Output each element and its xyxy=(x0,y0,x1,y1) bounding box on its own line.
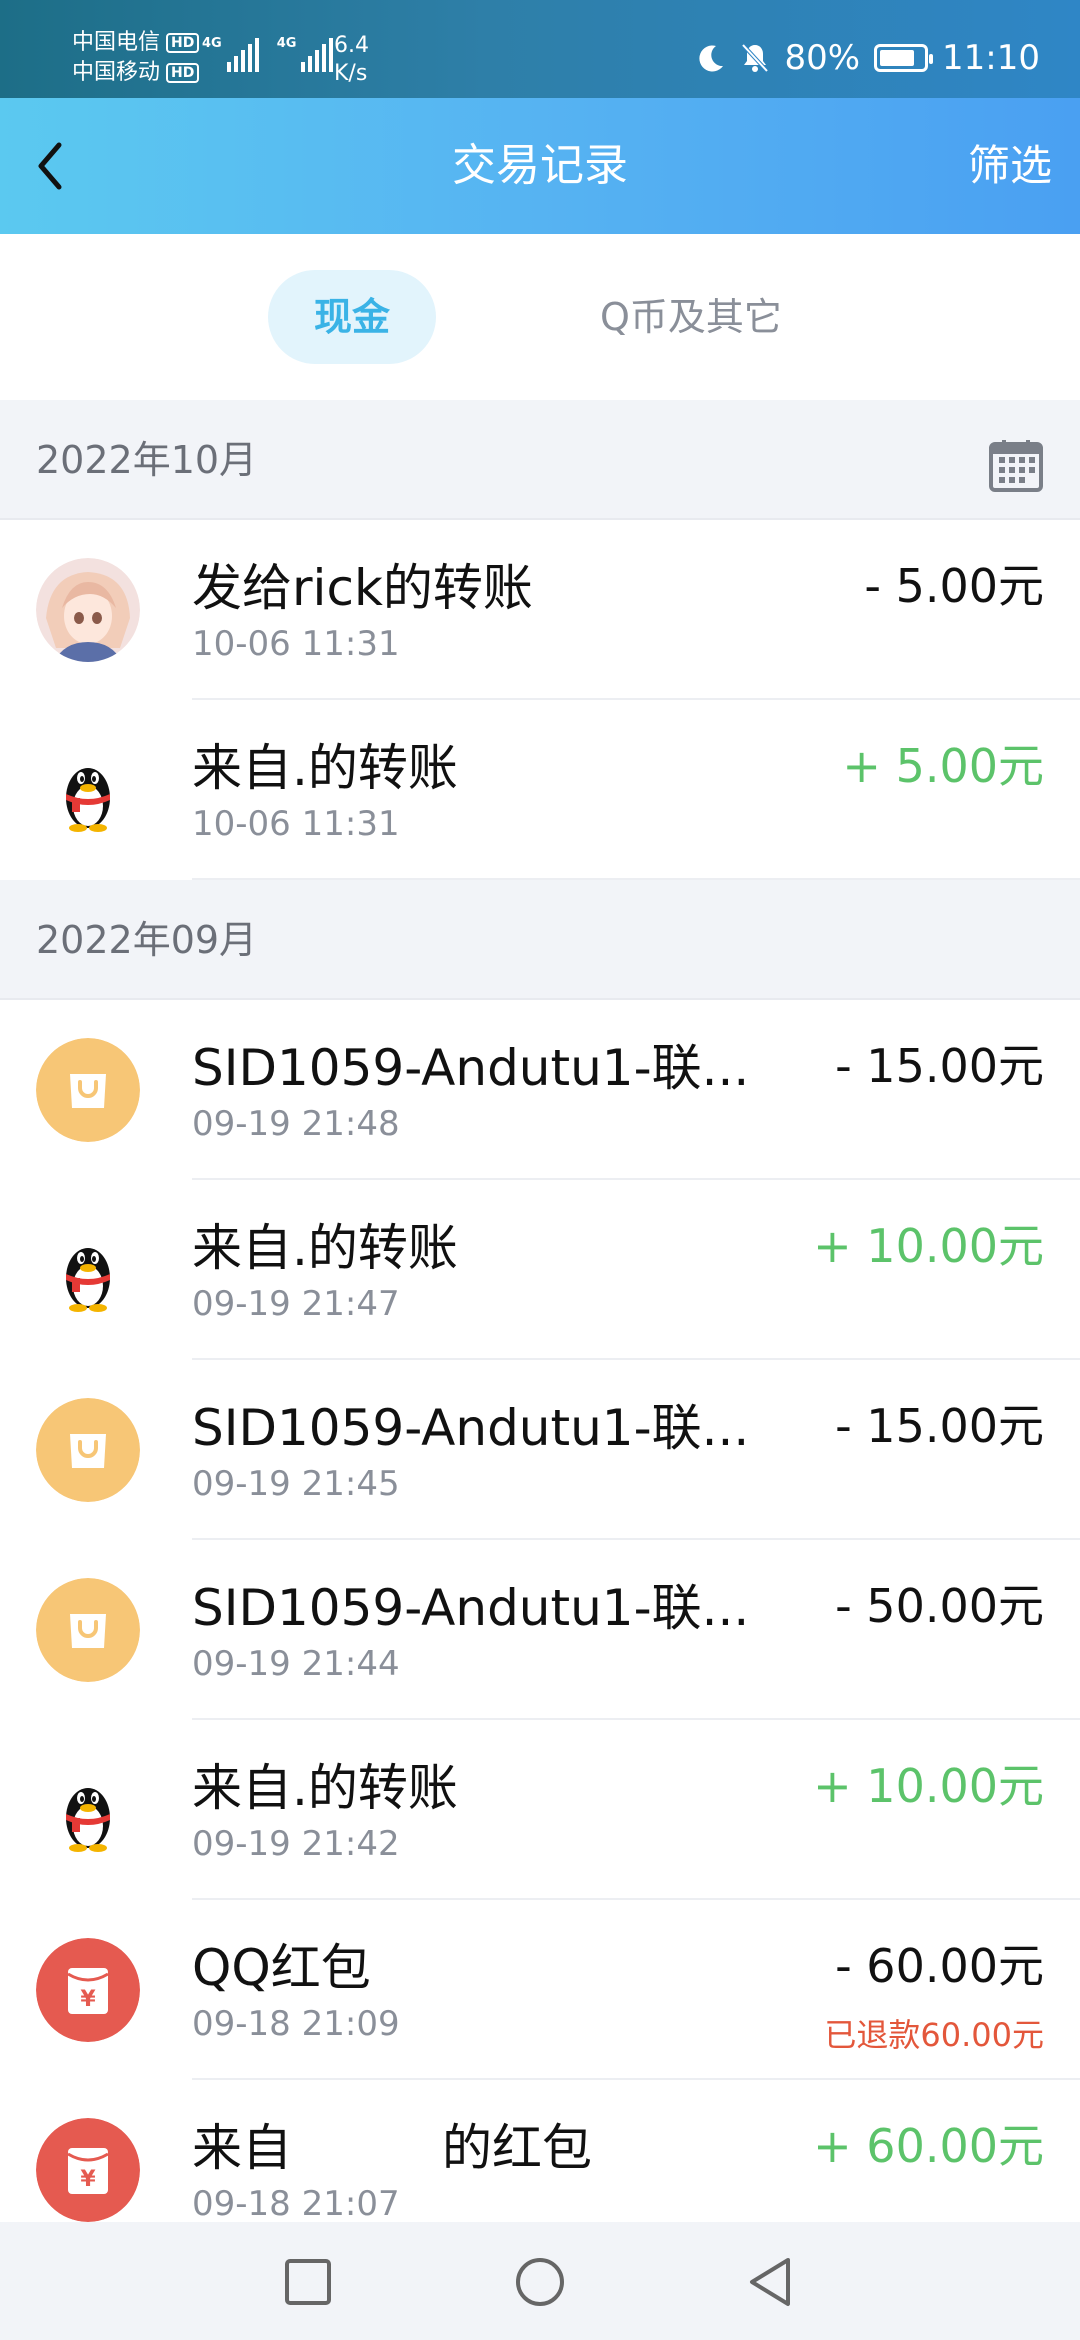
svg-text:¥: ¥ xyxy=(80,1987,96,2012)
transaction-amount: - 5.00元 xyxy=(864,559,1044,613)
transaction-row[interactable]: 来自.的转账 09-19 21:42 + 10.00元 xyxy=(0,1720,1080,1900)
qq-penguin-icon xyxy=(66,1788,110,1852)
signal-icon: 4G xyxy=(202,36,259,72)
transaction-time: 09-19 21:47 xyxy=(192,1284,400,1324)
transaction-title: QQ红包 xyxy=(192,1939,371,1997)
transaction-avatar xyxy=(36,1398,140,1502)
clock: 11:10 xyxy=(942,38,1040,78)
transaction-row[interactable]: ¥ QQ红包 09-18 21:09 - 60.00元已退款60.00元 xyxy=(0,1900,1080,2080)
svg-text:¥: ¥ xyxy=(80,2167,96,2192)
status-bar: 中国电信 HD 中国移动 HD 4G 4G 6.4 K/s 80% 11:10 xyxy=(0,0,1080,98)
transaction-time: 09-18 21:07 xyxy=(192,2184,400,2224)
transaction-row[interactable]: 发给rick的转账 10-06 11:31 - 5.00元 xyxy=(0,520,1080,700)
transaction-amount: - 15.00元 xyxy=(835,1399,1044,1453)
transaction-time: 10-06 11:31 xyxy=(192,624,400,664)
transaction-title: 发给rick的转账 xyxy=(192,559,533,617)
app-header: 交易记录 筛选 xyxy=(0,98,1080,234)
transaction-row[interactable]: SID1059-Andutu1-联... 09-19 21:45 - 15.00元 xyxy=(0,1360,1080,1540)
transaction-amount: + 10.00元 xyxy=(813,1759,1044,1813)
qq-penguin-icon xyxy=(66,1248,110,1312)
red-packet-icon: ¥ xyxy=(36,2118,140,2222)
transaction-time: 09-18 21:09 xyxy=(192,2004,400,2044)
transaction-avatar: ¥ xyxy=(36,2118,140,2222)
mute-bell-icon xyxy=(741,43,769,73)
shopping-bag-icon xyxy=(36,1578,140,1682)
page-title: 交易记录 xyxy=(452,140,628,191)
hd-badge: HD xyxy=(166,33,200,53)
transaction-amount: - 50.00元 xyxy=(835,1579,1044,1633)
carrier-info: 中国电信 HD 中国移动 HD xyxy=(72,28,200,88)
refund-note: 已退款60.00元 xyxy=(824,2016,1044,2054)
system-nav-bar xyxy=(0,2222,1080,2340)
transaction-title: SID1059-Andutu1-联... xyxy=(192,1579,750,1637)
network-speed: 6.4 K/s xyxy=(334,33,369,86)
calendar-icon[interactable] xyxy=(988,438,1044,494)
transaction-amount: - 60.00元 xyxy=(835,1939,1044,1993)
signal-indicators: 4G 4G xyxy=(202,36,334,72)
transaction-title: SID1059-Andutu1-联... xyxy=(192,1399,750,1457)
transaction-title: 来自.的转账 xyxy=(192,739,458,797)
transaction-time: 09-19 21:48 xyxy=(192,1104,400,1144)
month-label: 2022年09月 xyxy=(36,918,258,962)
month-label: 2022年10月 xyxy=(36,438,258,482)
moon-icon xyxy=(699,45,724,72)
transaction-title: SID1059-Andutu1-联... xyxy=(192,1039,750,1097)
user-avatar-icon xyxy=(36,558,140,662)
transaction-avatar xyxy=(36,1218,140,1322)
red-packet-icon: ¥ xyxy=(36,1938,140,2042)
transaction-row[interactable]: SID1059-Andutu1-联... 09-19 21:48 - 15.00元 xyxy=(0,1000,1080,1180)
transaction-time: 09-19 21:42 xyxy=(192,1824,400,1864)
shopping-bag-icon xyxy=(36,1398,140,1502)
transaction-title: 来自.的转账 xyxy=(192,1219,458,1277)
transaction-avatar xyxy=(36,1038,140,1142)
transaction-title: 来自 的红包 xyxy=(192,2119,592,2177)
home-button[interactable] xyxy=(514,2256,566,2308)
transaction-avatar xyxy=(36,1578,140,1682)
transaction-row[interactable]: 来自.的转账 09-19 21:47 + 10.00元 xyxy=(0,1180,1080,1360)
month-header: 2022年10月 xyxy=(0,400,1080,520)
signal-icon: 4G xyxy=(277,36,334,72)
battery-icon xyxy=(874,44,934,72)
back-nav-button[interactable] xyxy=(744,2256,796,2308)
transaction-amount: + 60.00元 xyxy=(813,2119,1044,2173)
carrier-2: 中国移动 xyxy=(72,60,161,85)
carrier-1: 中国电信 xyxy=(72,30,161,55)
hd-badge: HD xyxy=(166,63,200,83)
transaction-avatar: ¥ xyxy=(36,1938,140,2042)
transaction-amount: + 10.00元 xyxy=(813,1219,1044,1273)
transaction-avatar xyxy=(36,1758,140,1862)
filter-button[interactable]: 筛选 xyxy=(968,98,1052,234)
transaction-time: 09-19 21:44 xyxy=(192,1644,400,1684)
month-header: 2022年09月 xyxy=(0,880,1080,1000)
battery-percent: 80% xyxy=(784,38,861,78)
qq-penguin-icon xyxy=(66,768,110,832)
transaction-time: 10-06 11:31 xyxy=(192,804,400,844)
transaction-row[interactable]: 来自.的转账 10-06 11:31 + 5.00元 xyxy=(0,700,1080,880)
tab-bar: 现金 Q币及其它 xyxy=(0,234,1080,402)
shopping-bag-icon xyxy=(36,1038,140,1142)
transaction-time: 09-19 21:45 xyxy=(192,1464,400,1504)
tab-cash[interactable]: 现金 xyxy=(268,270,436,364)
transaction-title: 来自.的转账 xyxy=(192,1759,458,1817)
transaction-avatar xyxy=(36,738,140,842)
tab-q-coin[interactable]: Q币及其它 xyxy=(600,270,782,364)
transaction-amount: - 15.00元 xyxy=(835,1039,1044,1093)
transaction-avatar xyxy=(36,558,140,662)
recent-apps-button[interactable] xyxy=(282,2256,334,2308)
transaction-amount: + 5.00元 xyxy=(842,739,1044,793)
transaction-row[interactable]: SID1059-Andutu1-联... 09-19 21:44 - 50.00元 xyxy=(0,1540,1080,1720)
